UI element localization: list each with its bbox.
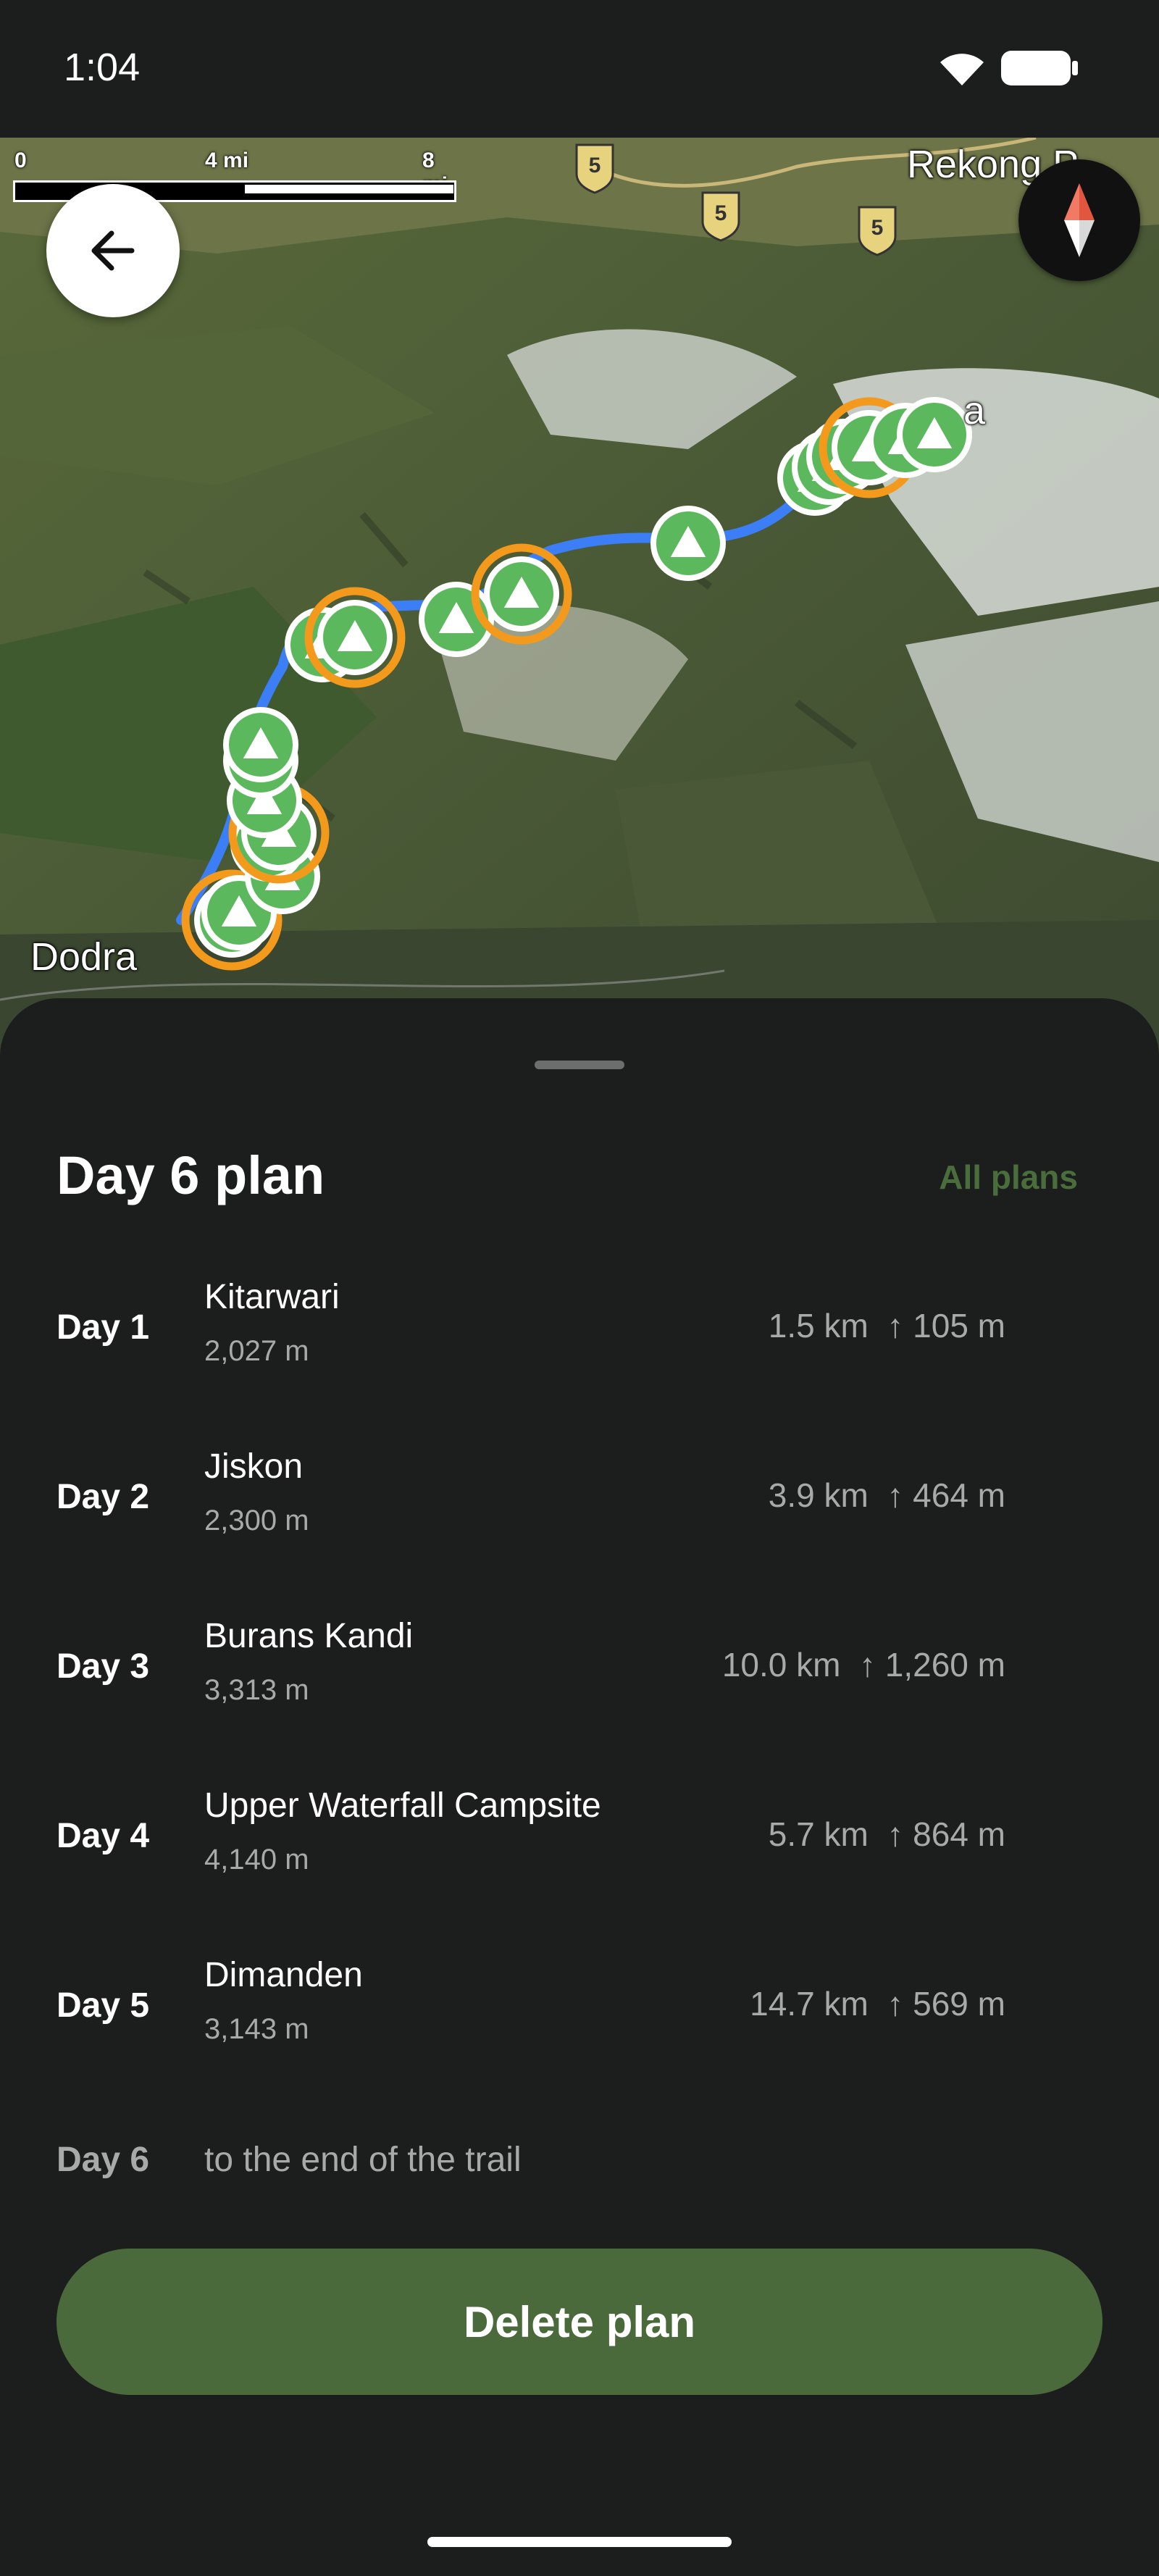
day-stats: 1.5 km ↑ 105 m bbox=[768, 1307, 1005, 1345]
scale-label-4mi: 4 mi bbox=[205, 149, 249, 172]
home-indicator bbox=[427, 2537, 732, 2547]
all-plans-link[interactable]: All plans bbox=[939, 1158, 1078, 1197]
day-stats: 5.7 km ↑ 864 m bbox=[768, 1815, 1005, 1853]
status-time: 1:04 bbox=[64, 46, 141, 89]
camp-elevation: 2,027 m bbox=[204, 1335, 309, 1367]
camp-name: Kitarwari bbox=[204, 1278, 340, 1316]
day-stats: 14.7 km ↑ 569 m bbox=[750, 1985, 1005, 2023]
compass-button[interactable] bbox=[1018, 159, 1140, 281]
camp-elevation: 4,140 m bbox=[204, 1844, 309, 1875]
day-label: Day 2 bbox=[57, 1478, 150, 1516]
camp-elevation: 3,313 m bbox=[204, 1674, 309, 1706]
place-label-dodra: Dodra bbox=[30, 935, 138, 979]
compass-icon bbox=[1064, 183, 1095, 257]
road-shield: 5 bbox=[700, 190, 742, 242]
back-button[interactable] bbox=[46, 184, 180, 317]
delete-plan-button[interactable]: Delete plan bbox=[57, 2249, 1102, 2395]
camp-name: to the end of the trail bbox=[204, 2141, 522, 2179]
day-stats: 10.0 km ↑ 1,260 m bbox=[721, 1646, 1005, 1684]
camp-elevation: 3,143 m bbox=[204, 2013, 309, 2045]
camp-name: Jiskon bbox=[204, 1447, 304, 1486]
road-shield: 5 bbox=[574, 142, 616, 194]
battery-icon bbox=[1001, 51, 1078, 85]
day-row-6[interactable]: Day 6 to the end of the trail bbox=[0, 2109, 1159, 2254]
day-label: Day 6 bbox=[57, 2141, 150, 2179]
plan-bottom-sheet: Day 6 plan All plans Day 1 Kitarwari 2,0… bbox=[0, 998, 1159, 2576]
day-label: Day 3 bbox=[57, 1647, 150, 1686]
wifi-icon bbox=[940, 54, 984, 85]
day-label: Day 1 bbox=[57, 1308, 150, 1347]
sheet-title: Day 6 plan bbox=[57, 1145, 325, 1205]
map-view[interactable]: 0 4 mi 8 mi 5 5 5 Rekong P a Dodra bbox=[0, 138, 1159, 1058]
day-row-3[interactable]: Day 3 Burans Kandi 3,313 m 10.0 km ↑ 1,2… bbox=[0, 1616, 1159, 1761]
day-label: Day 5 bbox=[57, 1986, 150, 2025]
day-row-2[interactable]: Day 2 Jiskon 2,300 m 3.9 km ↑ 464 m bbox=[0, 1447, 1159, 1592]
status-bar: 1:04 bbox=[0, 0, 1159, 138]
road-shield: 5 bbox=[856, 204, 898, 256]
day-row-1[interactable]: Day 1 Kitarwari 2,027 m 1.5 km ↑ 105 m bbox=[0, 1277, 1159, 1422]
drag-handle[interactable] bbox=[535, 1061, 624, 1069]
day-stats: 3.9 km ↑ 464 m bbox=[768, 1476, 1005, 1514]
camp-name: Upper Waterfall Campsite bbox=[204, 1786, 601, 1825]
day-row-5[interactable]: Day 5 Dimanden 3,143 m 14.7 km ↑ 569 m bbox=[0, 1955, 1159, 2100]
camp-name: Burans Kandi bbox=[204, 1617, 414, 1655]
scale-label-0: 0 bbox=[14, 149, 27, 172]
place-label-top-right: a bbox=[963, 389, 986, 432]
day-row-4[interactable]: Day 4 Upper Waterfall Campsite 4,140 m 5… bbox=[0, 1786, 1159, 1931]
camp-name: Dimanden bbox=[204, 1956, 363, 1994]
day-label: Day 4 bbox=[57, 1817, 150, 1855]
arrow-back-icon bbox=[91, 230, 135, 271]
camp-elevation: 2,300 m bbox=[204, 1505, 309, 1536]
